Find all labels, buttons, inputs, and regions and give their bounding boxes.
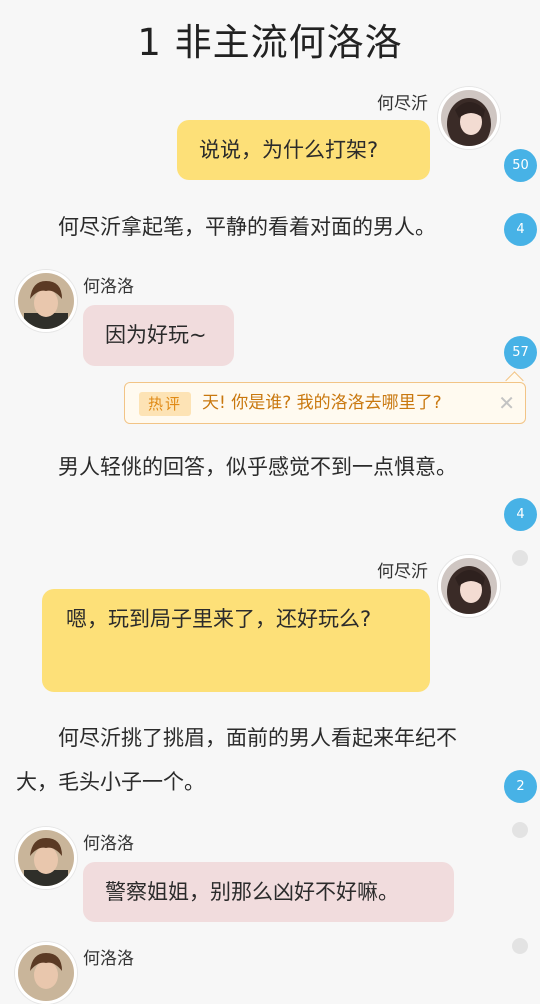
avatar-he-luoluo[interactable] bbox=[15, 270, 77, 332]
speaker-name: 何洛洛 bbox=[83, 834, 134, 854]
message-text: 嗯，玩到局子里来了，还好玩么? bbox=[66, 607, 372, 631]
speaker-name: 何洛洛 bbox=[83, 949, 134, 969]
speaker-name: 何尽沂 bbox=[377, 94, 428, 114]
message-bubble[interactable]: 嗯，玩到局子里来了，还好玩么? bbox=[42, 589, 430, 692]
narration-text: 男人轻佻的回答，似乎感觉不到一点惧意。 bbox=[58, 455, 457, 479]
avatar-he-luoluo[interactable] bbox=[15, 942, 77, 1004]
hot-comment-tag: 热评 bbox=[139, 392, 192, 416]
close-icon[interactable]: ✕ bbox=[498, 383, 515, 423]
comment-count-badge[interactable]: 50 bbox=[504, 149, 537, 182]
avatar-he-jinyi[interactable] bbox=[438, 555, 500, 617]
comment-count-badge[interactable]: 2 bbox=[504, 770, 537, 803]
narration-text: 何尽沂挑了挑眉，面前的男人看起来年纪不大，毛头小子一个。 bbox=[16, 726, 457, 794]
page-title: 1 非主流何洛洛 bbox=[137, 21, 403, 64]
comment-count-badge[interactable]: 57 bbox=[504, 336, 537, 369]
comment-dot[interactable] bbox=[512, 550, 528, 566]
avatar-he-jinyi[interactable] bbox=[438, 87, 500, 149]
speaker-name: 何洛洛 bbox=[83, 277, 134, 297]
narration-text: 何尽沂拿起笔，平静的看着对面的男人。 bbox=[58, 215, 436, 239]
speaker-name: 何尽沂 bbox=[377, 562, 428, 582]
message-bubble[interactable]: 说说，为什么打架? bbox=[177, 120, 430, 180]
hot-comment[interactable]: 热评 天! 你是谁? 我的洛洛去哪里了? ✕ bbox=[124, 382, 526, 424]
message-text: 因为好玩~ bbox=[105, 323, 207, 347]
message-bubble[interactable]: 因为好玩~ bbox=[83, 305, 234, 366]
comment-dot[interactable] bbox=[512, 822, 528, 838]
comment-count-badge[interactable]: 4 bbox=[504, 498, 537, 531]
comment-dot[interactable] bbox=[512, 938, 528, 954]
comment-count-badge[interactable]: 4 bbox=[504, 213, 537, 246]
message-text: 警察姐姐，别那么凶好不好嘛。 bbox=[105, 880, 399, 904]
message-text: 说说，为什么打架? bbox=[199, 138, 379, 162]
hot-comment-text: 天! 你是谁? 我的洛洛去哪里了? bbox=[202, 393, 442, 413]
message-bubble[interactable]: 警察姐姐，别那么凶好不好嘛。 bbox=[83, 862, 454, 922]
avatar-he-luoluo[interactable] bbox=[15, 827, 77, 889]
